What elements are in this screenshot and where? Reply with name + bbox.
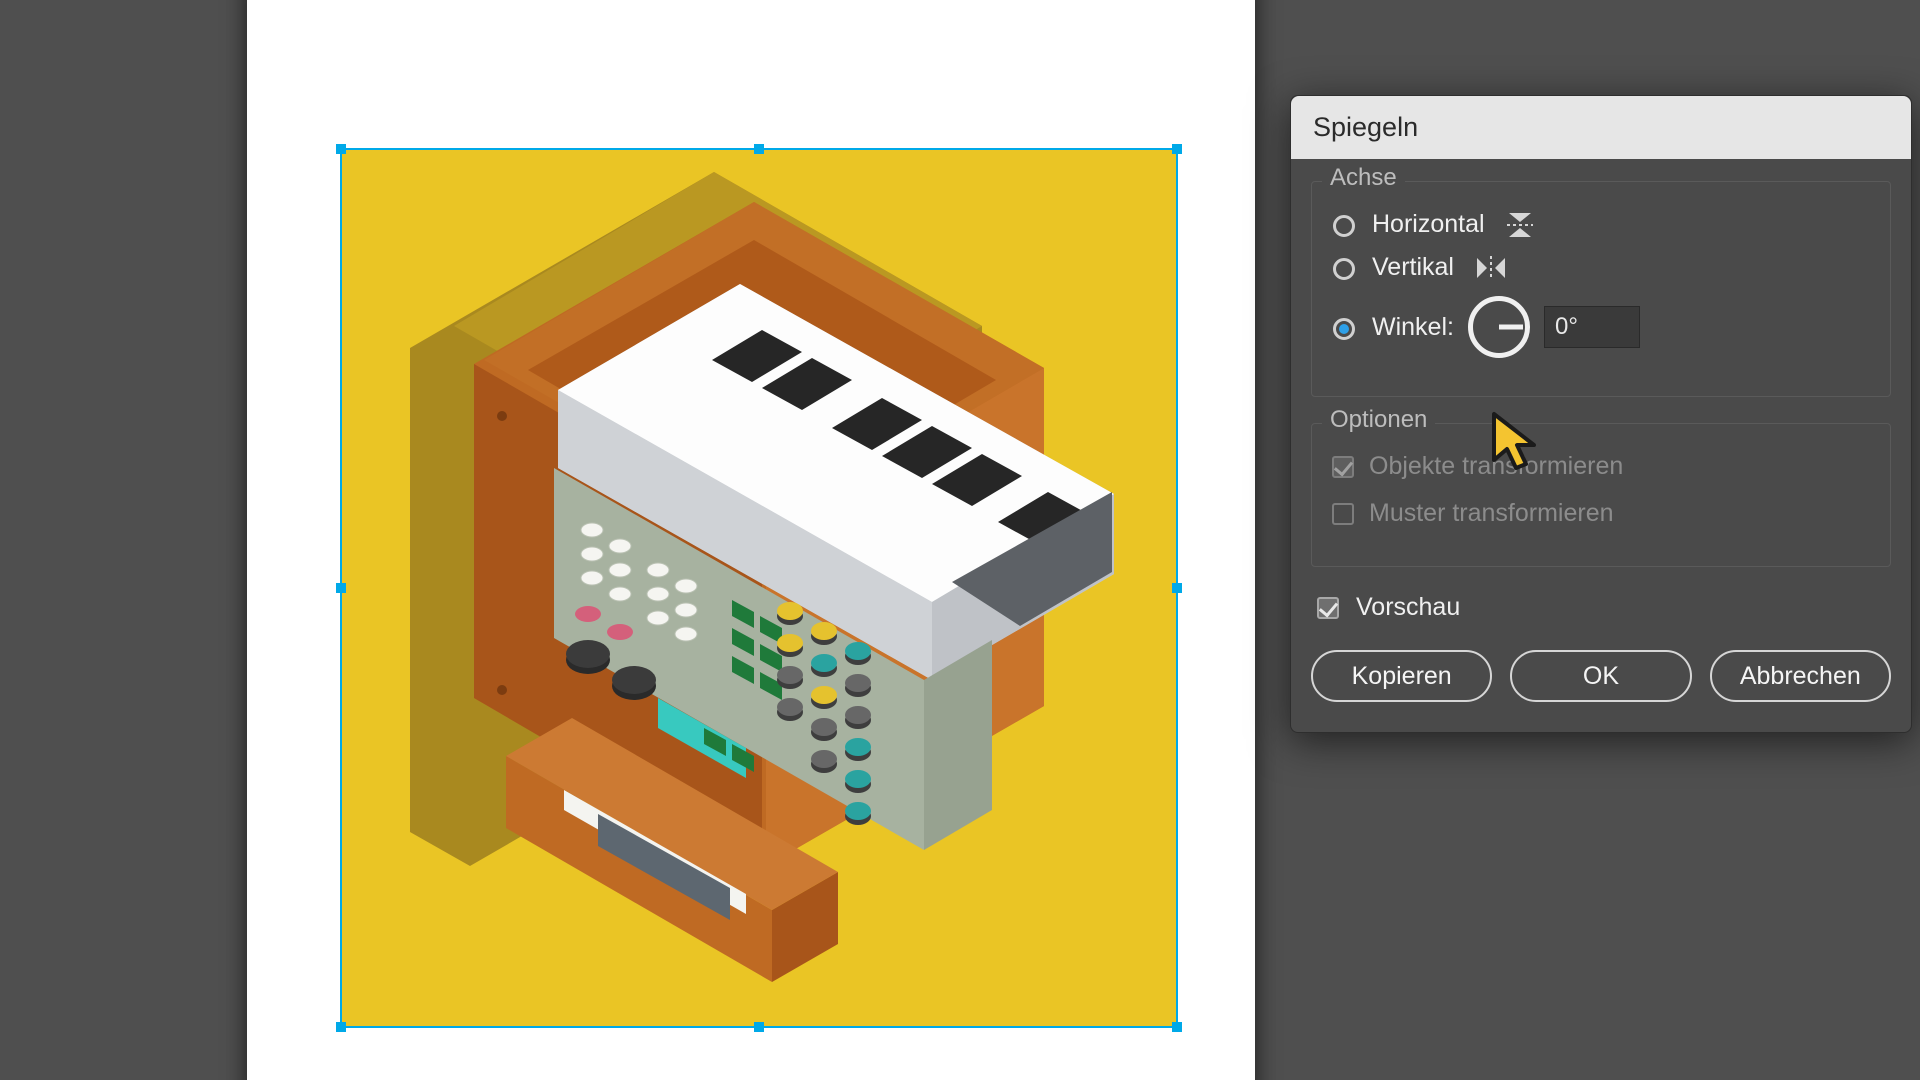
radio-horizontal[interactable] xyxy=(1333,215,1355,237)
checkbox-transform-patterns xyxy=(1332,503,1354,525)
options-legend: Optionen xyxy=(1322,406,1435,434)
transform-patterns-option: Muster transformieren xyxy=(1328,499,1614,528)
radio-vertical[interactable] xyxy=(1333,258,1355,280)
artwork-synth-icon xyxy=(342,150,1176,1026)
transform-objects-label: Objekte transformieren xyxy=(1369,452,1623,481)
axis-horizontal-row[interactable]: Horizontal xyxy=(1328,210,1874,239)
vertical-reflect-icon xyxy=(1474,255,1508,281)
preview-label: Vorschau xyxy=(1356,593,1460,622)
axis-angle-row[interactable]: Winkel: xyxy=(1328,296,1874,358)
axis-vertical-row[interactable]: Vertikal xyxy=(1328,253,1874,282)
radio-horizontal-label: Horizontal xyxy=(1372,210,1485,239)
transform-objects-option: Objekte transformieren xyxy=(1328,452,1623,481)
selected-artwork[interactable] xyxy=(340,148,1178,1028)
angle-input[interactable] xyxy=(1544,306,1640,348)
cancel-button[interactable]: Abbrechen xyxy=(1710,650,1891,702)
dialog-title[interactable]: Spiegeln xyxy=(1291,96,1911,159)
options-group: Optionen Objekte transformieren Muster t… xyxy=(1311,423,1891,567)
canvas-stage xyxy=(0,0,1285,1080)
radio-angle[interactable] xyxy=(1333,318,1355,340)
checkbox-preview[interactable] xyxy=(1317,597,1339,619)
radio-angle-label: Winkel: xyxy=(1372,313,1454,342)
reflect-dialog: Spiegeln Achse Horizontal Vertikal xyxy=(1290,95,1912,733)
axis-group: Achse Horizontal Vertikal xyxy=(1311,181,1891,397)
angle-dial[interactable] xyxy=(1468,296,1530,358)
axis-legend: Achse xyxy=(1322,164,1405,192)
ok-button[interactable]: OK xyxy=(1510,650,1691,702)
transform-patterns-label: Muster transformieren xyxy=(1369,499,1614,528)
preview-row[interactable]: Vorschau xyxy=(1313,593,1891,622)
radio-vertical-label: Vertikal xyxy=(1372,253,1454,282)
checkbox-transform-objects xyxy=(1332,456,1354,478)
copy-button[interactable]: Kopieren xyxy=(1311,650,1492,702)
horizontal-reflect-icon xyxy=(1505,211,1535,239)
